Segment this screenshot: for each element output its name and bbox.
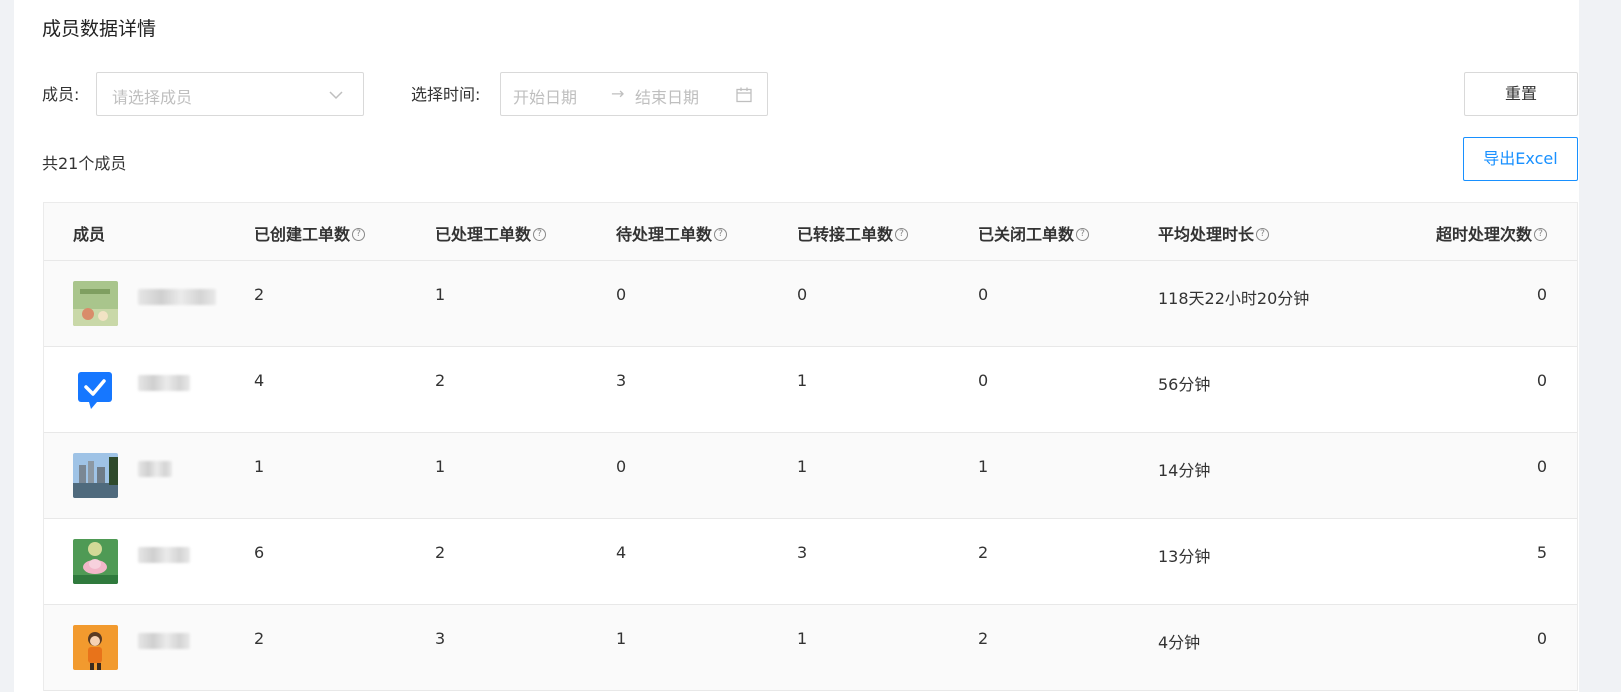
- help-icon[interactable]: ?: [1076, 227, 1090, 241]
- cell-handled: 2: [435, 543, 446, 562]
- help-icon[interactable]: ?: [1534, 227, 1547, 241]
- page-title: 成员数据详情: [42, 18, 157, 40]
- table-row[interactable]: 2 1 0 0 0 118天22小时20分钟 0: [44, 261, 1577, 347]
- cell-closed: 1: [978, 457, 989, 476]
- calendar-icon: [736, 87, 752, 103]
- col-closed: 已关闭工单数?: [978, 221, 1090, 245]
- help-icon[interactable]: ?: [533, 227, 547, 241]
- help-icon[interactable]: ?: [1256, 227, 1270, 241]
- chevron-down-icon: [329, 91, 343, 100]
- member-name: [138, 289, 216, 305]
- cell-pending: 1: [616, 629, 627, 648]
- cell-created: 1: [254, 457, 265, 476]
- cell-closed: 2: [978, 543, 989, 562]
- table-row[interactable]: 6 2 4 3 2 13分钟 5: [44, 519, 1577, 605]
- date-range-picker[interactable]: 开始日期 → 结束日期: [500, 72, 768, 116]
- member-count: 共21个成员: [42, 154, 127, 173]
- member-stats-table: 成员 已创建工单数? 已处理工单数? 待处理工单数? 已转接工单数? 已关闭工单…: [43, 202, 1578, 691]
- member-name: [138, 633, 190, 649]
- member-name: [138, 375, 190, 391]
- cell-pending: 0: [616, 285, 627, 304]
- cell-closed: 2: [978, 629, 989, 648]
- start-date-input[interactable]: 开始日期: [513, 84, 577, 108]
- cell-handled: 1: [435, 457, 446, 476]
- cell-timeouts: 0: [1536, 457, 1547, 476]
- cell-pending: 0: [616, 457, 627, 476]
- avatar-cartoon-person: [73, 625, 118, 670]
- avatar-checkmark-chat: [73, 367, 118, 412]
- table-row[interactable]: 4 2 3 1 0 56分钟 0: [44, 347, 1577, 433]
- cell-timeouts: 0: [1536, 285, 1547, 304]
- col-handled: 已处理工单数?: [435, 221, 547, 245]
- range-arrow-icon: →: [611, 84, 625, 103]
- cell-handled: 3: [435, 629, 446, 648]
- cell-created: 6: [254, 543, 265, 562]
- cell-avg-time: 118天22小时20分钟: [1158, 289, 1310, 308]
- cell-transferred: 1: [797, 371, 808, 390]
- member-filter-label: 成员:: [42, 85, 80, 104]
- help-icon[interactable]: ?: [895, 227, 909, 241]
- member-name: [138, 547, 190, 563]
- cell-avg-time: 56分钟: [1158, 375, 1211, 394]
- cell-created: 2: [254, 629, 265, 648]
- cell-closed: 0: [978, 371, 989, 390]
- reset-button[interactable]: 重置: [1464, 72, 1578, 116]
- cell-handled: 2: [435, 371, 446, 390]
- time-filter-label: 选择时间:: [411, 85, 481, 104]
- member-select[interactable]: 请选择成员: [96, 72, 364, 116]
- cell-closed: 0: [978, 285, 989, 304]
- table-row[interactable]: 2 3 1 1 2 4分钟 0: [44, 605, 1577, 691]
- cell-avg-time: 4分钟: [1158, 633, 1201, 652]
- cell-created: 4: [254, 371, 265, 390]
- export-excel-button[interactable]: 导出Excel: [1463, 137, 1578, 181]
- table-header: 成员 已创建工单数? 已处理工单数? 待处理工单数? 已转接工单数? 已关闭工单…: [44, 203, 1577, 261]
- cell-transferred: 1: [797, 457, 808, 476]
- cell-pending: 4: [616, 543, 627, 562]
- avatar-city-lake: [73, 453, 118, 498]
- col-avg-time: 平均处理时长?: [1158, 221, 1270, 245]
- avatar-greeting-card: [73, 281, 118, 326]
- cell-transferred: 0: [797, 285, 808, 304]
- member-name: [138, 461, 172, 477]
- help-icon[interactable]: ?: [714, 227, 728, 241]
- col-pending: 待处理工单数?: [616, 221, 728, 245]
- cell-transferred: 3: [797, 543, 808, 562]
- avatar-lotus-flower: [73, 539, 118, 584]
- help-icon[interactable]: ?: [352, 227, 366, 241]
- table-body: 2 1 0 0 0 118天22小时20分钟 0 4 2 3 1 0 56分钟 …: [44, 261, 1577, 691]
- col-member: 成员: [73, 225, 106, 244]
- cell-pending: 3: [616, 371, 627, 390]
- cell-avg-time: 13分钟: [1158, 547, 1211, 566]
- member-data-card: 成员数据详情 成员: 请选择成员 选择时间: 开始日期 → 结束日期 重置 共2…: [14, 0, 1579, 692]
- member-select-placeholder: 请选择成员: [112, 88, 193, 107]
- col-transferred: 已转接工单数?: [797, 221, 909, 245]
- cell-created: 2: [254, 285, 265, 304]
- cell-timeouts: 0: [1536, 371, 1547, 390]
- col-timeouts: 超时处理次数?: [1436, 221, 1547, 245]
- cell-timeouts: 0: [1536, 629, 1547, 648]
- end-date-input[interactable]: 结束日期: [635, 84, 699, 108]
- cell-avg-time: 14分钟: [1158, 461, 1211, 480]
- cell-transferred: 1: [797, 629, 808, 648]
- table-row[interactable]: 1 1 0 1 1 14分钟 0: [44, 433, 1577, 519]
- col-created: 已创建工单数?: [254, 221, 366, 245]
- cell-timeouts: 5: [1536, 543, 1547, 562]
- cell-handled: 1: [435, 285, 446, 304]
